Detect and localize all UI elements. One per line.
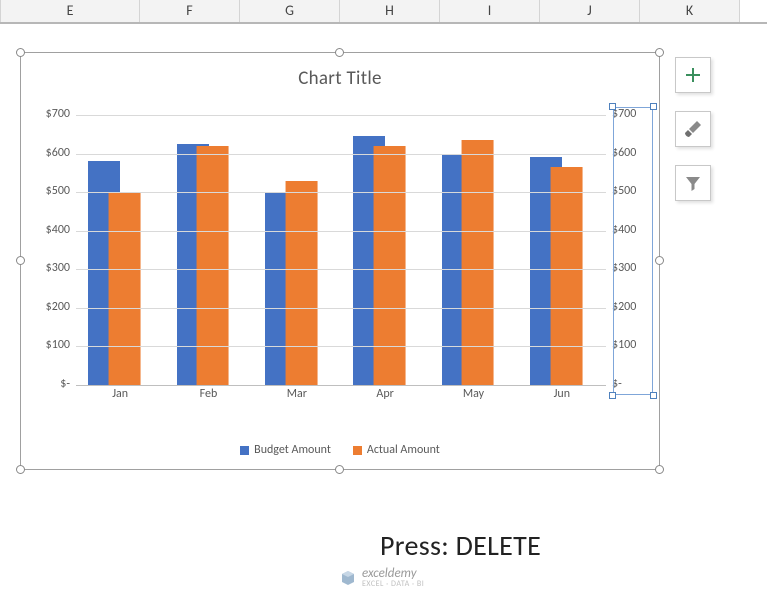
watermark-tagline: EXCEL · DATA · BI (362, 579, 424, 589)
legend-item-actual[interactable]: Actual Amount (353, 443, 440, 457)
bar-actual[interactable] (374, 146, 406, 385)
bar-group (518, 115, 606, 385)
chart-legend[interactable]: Budget Amount Actual Amount (21, 443, 659, 457)
category-label: Jan (76, 387, 164, 407)
y-axis-label: $400 (24, 223, 70, 237)
bar-group (76, 115, 164, 385)
bar-actual[interactable] (197, 146, 229, 385)
category-label: Jun (518, 387, 606, 407)
cube-icon (340, 570, 356, 586)
category-label: Mar (253, 387, 341, 407)
secondary-y-axis-label[interactable]: $400 (612, 223, 658, 237)
category-axis[interactable]: JanFebMarAprMayJun (76, 387, 606, 407)
secondary-y-axis-label[interactable]: $500 (612, 184, 658, 198)
bar-group (429, 115, 517, 385)
legend-swatch-icon (240, 446, 249, 455)
secondary-y-axis-label[interactable]: $200 (612, 300, 658, 314)
gridline (76, 154, 606, 155)
legend-label: Budget Amount (254, 443, 331, 457)
secondary-y-axis-label[interactable]: $600 (612, 146, 658, 160)
secondary-y-axis-label[interactable]: $700 (612, 107, 658, 121)
secondary-y-axis-label[interactable]: $100 (612, 338, 658, 352)
bar-group (164, 115, 252, 385)
y-axis-label: $700 (24, 107, 70, 121)
col-header-G[interactable]: G (240, 0, 340, 22)
col-header-E[interactable]: E (0, 0, 140, 22)
chart-title[interactable]: Chart Title (21, 53, 659, 90)
chart-styles-button[interactable] (675, 111, 711, 147)
y-axis-label: $500 (24, 184, 70, 198)
plot-area[interactable]: JanFebMarAprMayJun $700$700$600$600$500$… (76, 115, 606, 385)
chart-object[interactable]: Chart Title JanFebMarAprMayJun $700$700$… (20, 52, 660, 470)
category-label: Apr (341, 387, 429, 407)
selection-handle[interactable] (655, 48, 664, 57)
gridline (76, 308, 606, 309)
gridline (76, 231, 606, 232)
bar-actual[interactable] (109, 192, 141, 385)
bar-actual[interactable] (462, 140, 494, 385)
selection-handle[interactable] (16, 48, 25, 57)
brush-icon (683, 119, 703, 139)
y-axis-label: $- (24, 377, 70, 391)
bar-group (253, 115, 341, 385)
gridline (76, 192, 606, 193)
chart-filter-button[interactable] (675, 165, 711, 201)
bar-actual[interactable] (285, 181, 317, 385)
funnel-icon (684, 174, 702, 192)
legend-swatch-icon (353, 446, 362, 455)
y-axis-label: $600 (24, 146, 70, 160)
gridline (76, 115, 606, 116)
watermark: exceldemy EXCEL · DATA · BI (340, 566, 424, 589)
col-header-F[interactable]: F (140, 0, 240, 22)
col-header-H[interactable]: H (340, 0, 440, 22)
legend-item-budget[interactable]: Budget Amount (240, 443, 331, 457)
gridline (76, 346, 606, 347)
y-axis-label: $300 (24, 261, 70, 275)
y-axis-label: $100 (24, 338, 70, 352)
axis-selection-handle[interactable] (650, 392, 657, 399)
bar-actual[interactable] (550, 167, 582, 385)
category-label: May (429, 387, 517, 407)
col-header-K[interactable]: K (640, 0, 740, 22)
plus-icon (684, 66, 702, 84)
legend-label: Actual Amount (367, 443, 440, 457)
selection-handle[interactable] (16, 465, 25, 474)
instruction-text: Press: DELETE (380, 528, 541, 563)
y-axis-label: $200 (24, 300, 70, 314)
gridline (76, 269, 606, 270)
category-label: Feb (164, 387, 252, 407)
chart-elements-button[interactable] (675, 57, 711, 93)
chart-side-buttons (675, 57, 711, 201)
selection-handle[interactable] (655, 465, 664, 474)
bars-container (76, 115, 606, 385)
selection-handle[interactable] (335, 48, 344, 57)
secondary-y-axis-label[interactable]: $- (612, 377, 658, 391)
axis-selection-handle[interactable] (609, 392, 616, 399)
secondary-y-axis-label[interactable]: $300 (612, 261, 658, 275)
column-headers: E F G H I J K (0, 0, 767, 24)
col-header-J[interactable]: J (540, 0, 640, 22)
bar-group (341, 115, 429, 385)
selection-handle[interactable] (335, 465, 344, 474)
col-header-I[interactable]: I (440, 0, 540, 22)
gridline (76, 385, 606, 386)
